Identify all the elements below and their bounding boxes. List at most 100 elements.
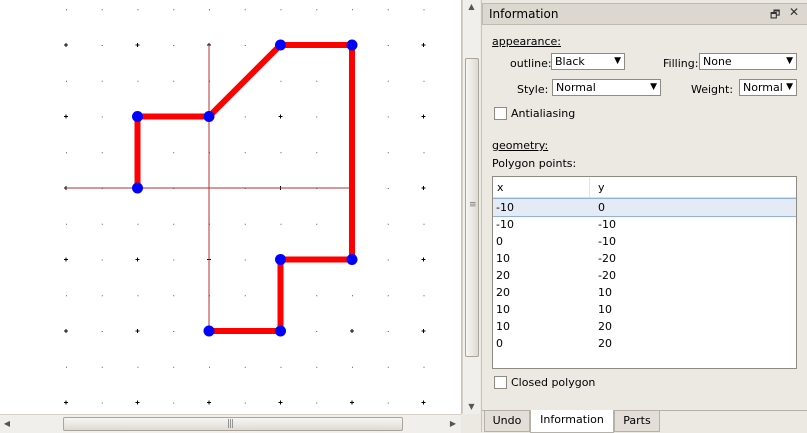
table-row[interactable]: 0 -10 xyxy=(493,233,796,250)
filling-value: None xyxy=(703,55,732,68)
cell-y: 20 xyxy=(598,320,612,333)
weight-value: Normal xyxy=(743,81,783,94)
grid-dot xyxy=(244,366,246,368)
polygon-points-label: Polygon points: xyxy=(492,157,577,170)
scroll-right-arrow-icon[interactable]: ▶ xyxy=(446,416,460,432)
grid-dot xyxy=(423,152,425,154)
grid-dot xyxy=(280,366,282,368)
polygon-points-table[interactable]: x y -10 0 -10 -10 0 -10 10 -20 20 -20 20 10 10 10 10 20… xyxy=(492,176,797,369)
chevron-down-icon: ▼ xyxy=(650,82,657,92)
outline-value: Black xyxy=(555,55,585,68)
grid-dot xyxy=(101,80,103,82)
grid-dot xyxy=(387,331,389,332)
geometry-section-label: geometry: xyxy=(492,139,549,152)
polygon-vertex-handle xyxy=(346,39,358,51)
grid-dot xyxy=(209,366,210,368)
grid-dot xyxy=(66,9,67,11)
column-header-y[interactable]: y xyxy=(598,181,605,194)
grid-dot xyxy=(244,223,246,225)
outline-select[interactable]: Black ▼ xyxy=(551,53,625,70)
grid-dot xyxy=(173,331,175,332)
cell-x: 0 xyxy=(496,235,503,248)
grid-dot xyxy=(423,295,425,297)
filling-label: Filling: xyxy=(663,57,699,70)
table-row[interactable]: 20 10 xyxy=(493,284,796,301)
filling-select[interactable]: None ▼ xyxy=(699,53,797,70)
cell-y: 10 xyxy=(598,286,612,299)
grid-dot xyxy=(101,223,103,225)
grid-dot xyxy=(101,402,103,404)
polygon-vertex-handle xyxy=(275,39,286,51)
table-row[interactable]: 10 10 xyxy=(493,301,796,318)
weight-select[interactable]: Normal ▼ xyxy=(739,79,797,96)
grid-dot xyxy=(244,295,246,297)
drawing-canvas[interactable] xyxy=(0,0,462,414)
grid-dot xyxy=(137,295,139,297)
weight-label: Weight: xyxy=(691,83,734,96)
scroll-up-arrow-icon[interactable]: ▲ xyxy=(463,0,480,14)
grid-dot xyxy=(387,80,389,82)
grid-dot xyxy=(173,259,175,261)
cell-y: 10 xyxy=(598,303,612,316)
table-row[interactable]: 10 20 xyxy=(493,318,796,335)
grid-dot xyxy=(387,116,389,118)
tab-information[interactable]: Information xyxy=(530,410,614,433)
grid-dot xyxy=(66,223,67,225)
column-header-x[interactable]: x xyxy=(497,181,504,194)
column-divider[interactable] xyxy=(589,177,590,197)
close-icon[interactable]: ✕ xyxy=(789,5,799,19)
grid-dot xyxy=(423,80,425,82)
grid-dot xyxy=(101,152,103,154)
tab-label: Undo xyxy=(492,414,522,427)
table-row[interactable]: 10 -20 xyxy=(493,250,796,267)
horizontal-scrollbar[interactable]: ◀ ||| ▶ xyxy=(0,414,461,433)
table-row[interactable]: -10 -10 xyxy=(493,216,796,233)
grid-dot xyxy=(101,331,103,332)
grid-dot xyxy=(244,402,246,404)
grid-dot xyxy=(244,9,246,11)
cell-x: -10 xyxy=(496,218,514,231)
antialiasing-label: Antialiasing xyxy=(511,107,576,120)
closed-polygon-checkbox[interactable] xyxy=(494,376,507,389)
grid-dot xyxy=(280,152,282,154)
tab-parts[interactable]: Parts xyxy=(614,411,660,432)
polygon-vertex-handle xyxy=(275,325,286,337)
grid-dot xyxy=(101,259,103,261)
scroll-down-arrow-icon[interactable]: ▼ xyxy=(463,400,480,414)
cell-y: 0 xyxy=(598,201,605,214)
table-row[interactable]: 0 20 xyxy=(493,335,796,352)
polygon-vertex-handle xyxy=(275,254,286,265)
polygon-vertex-handle xyxy=(132,111,143,122)
cell-y: -20 xyxy=(598,269,616,282)
vertical-scrollbar[interactable]: ▲ ≡ ▼ xyxy=(462,0,480,414)
restore-icon[interactable]: 🗗 xyxy=(770,6,780,25)
grid-dot xyxy=(173,80,175,82)
grid-dot xyxy=(101,45,103,46)
grid-dot xyxy=(352,366,353,368)
style-select[interactable]: Normal ▼ xyxy=(552,79,661,96)
cell-y: -20 xyxy=(598,252,616,265)
grid-dot xyxy=(173,366,175,368)
horizontal-scroll-thumb[interactable]: ||| xyxy=(63,417,403,431)
appearance-section-label: appearance: xyxy=(492,35,561,48)
closed-polygon-label: Closed polygon xyxy=(511,376,596,389)
outline-label: outline: xyxy=(510,57,552,70)
cell-x: 10 xyxy=(496,252,510,265)
grid-dot xyxy=(66,152,67,154)
bottom-tab-bar: Undo Information Parts xyxy=(482,410,807,433)
chevron-down-icon: ▼ xyxy=(786,82,793,92)
panel-title: Information xyxy=(489,7,559,21)
antialiasing-checkbox[interactable] xyxy=(494,107,507,120)
grid-dot xyxy=(173,295,175,297)
drawing-svg[interactable] xyxy=(0,0,461,414)
tab-undo[interactable]: Undo xyxy=(484,411,530,432)
table-row[interactable]: -10 0 xyxy=(493,198,796,217)
table-row[interactable]: 20 -20 xyxy=(493,267,796,284)
vertical-scroll-thumb[interactable]: ≡ xyxy=(465,58,479,357)
grid-dot xyxy=(387,223,389,225)
grid-dot xyxy=(316,402,318,404)
grid-dot xyxy=(316,80,318,82)
scroll-left-arrow-icon[interactable]: ◀ xyxy=(0,416,14,432)
grid-dot xyxy=(101,9,103,11)
grid-dot xyxy=(280,9,282,11)
